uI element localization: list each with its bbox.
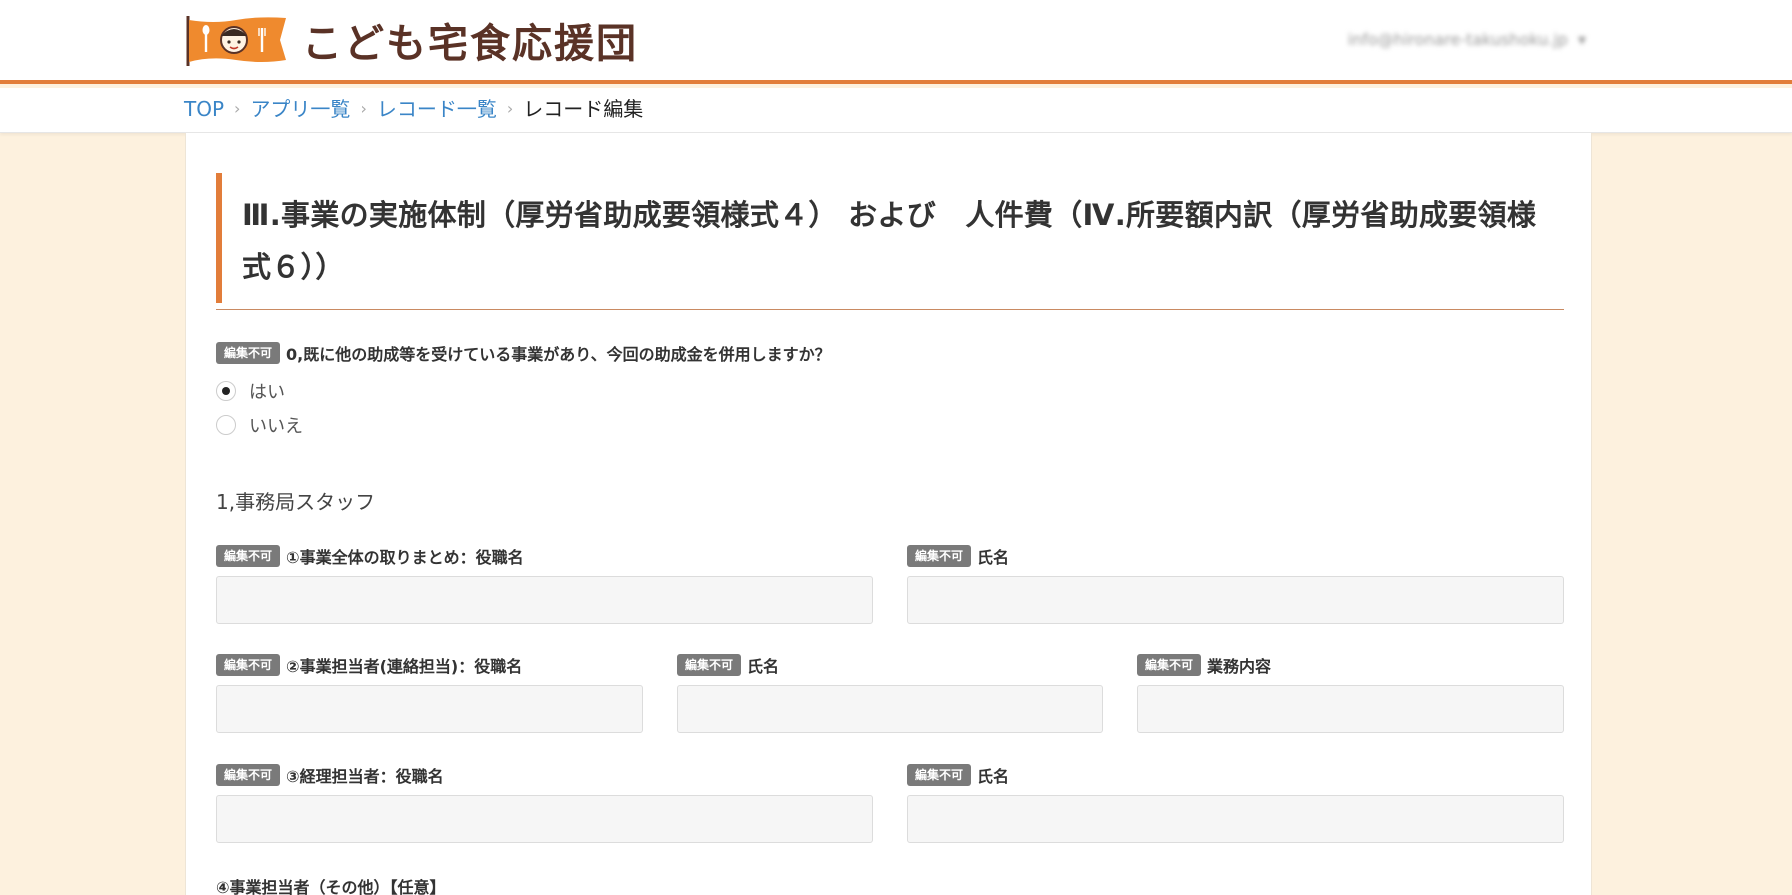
staff-heading: 1,事務局スタッフ bbox=[216, 490, 376, 514]
readonly-badge: 編集不可 bbox=[216, 342, 281, 364]
field-label: 業務内容 bbox=[1207, 657, 1272, 676]
q0-text: 0,既に他の助成等を受けている事業があり、今回の助成金を併用しますか？ bbox=[286, 345, 831, 364]
breadcrumb: TOP › アプリ一覧 › レコード一覧 › レコード編集 bbox=[184, 96, 643, 122]
field-f2-work: 編集不可 業務内容 bbox=[1137, 653, 1564, 733]
section-divider bbox=[216, 309, 1564, 310]
f1-name-input[interactable] bbox=[907, 576, 1564, 624]
q0-option-no-label: いいえ bbox=[249, 416, 303, 437]
field-f2-title: 編集不可 ②事業担当者(連絡担当)：役職名 bbox=[216, 653, 643, 733]
readonly-badge: 編集不可 bbox=[907, 545, 972, 567]
field-label: ③経理担当者：役職名 bbox=[286, 767, 444, 786]
site-logo[interactable]: こども宅食応援団 bbox=[184, 14, 638, 67]
field-label: 氏名 bbox=[747, 657, 780, 676]
field-label: ①事業全体の取りまとめ：役職名 bbox=[286, 548, 524, 567]
field-label: ②事業担当者(連絡担当)：役職名 bbox=[286, 657, 523, 676]
q0-option-no[interactable]: いいえ bbox=[216, 412, 303, 438]
readonly-badge: 編集不可 bbox=[907, 764, 972, 786]
chevron-right-icon: › bbox=[360, 98, 367, 118]
logo-text: こども宅食応援団 bbox=[302, 21, 638, 67]
breadcrumb-bar: TOP › アプリ一覧 › レコード一覧 › レコード編集 bbox=[0, 88, 1792, 133]
breadcrumb-current: レコード編集 bbox=[523, 97, 644, 121]
chevron-right-icon: › bbox=[234, 98, 241, 118]
breadcrumb-records-link[interactable]: レコード一覧 bbox=[377, 96, 497, 122]
field-f2-name: 編集不可 氏名 bbox=[677, 653, 1103, 733]
field-f1-name: 編集不可 氏名 bbox=[907, 544, 1564, 624]
breadcrumb-top-link[interactable]: TOP bbox=[184, 96, 224, 122]
radio-unselected-icon[interactable] bbox=[216, 415, 236, 435]
field-f1-title: 編集不可 ①事業全体の取りまとめ：役職名 bbox=[216, 544, 873, 624]
site-header: こども宅食応援団 info@hironare-takushoku.jp ▾ bbox=[0, 0, 1792, 84]
account-menu[interactable]: info@hironare-takushoku.jp ▾ bbox=[1348, 30, 1586, 49]
field-f3-name: 編集不可 氏名 bbox=[907, 763, 1564, 843]
readonly-badge: 編集不可 bbox=[216, 654, 281, 676]
q0-option-yes[interactable]: はい bbox=[216, 378, 285, 404]
readonly-badge: 編集不可 bbox=[1137, 654, 1202, 676]
field-f3-title: 編集不可 ③経理担当者：役職名 bbox=[216, 763, 873, 843]
readonly-badge: 編集不可 bbox=[677, 654, 742, 676]
f2-name-input[interactable] bbox=[677, 685, 1103, 733]
f4-heading: ④事業担当者（その他）【任意】 bbox=[216, 878, 446, 895]
readonly-badge: 編集不可 bbox=[216, 764, 281, 786]
breadcrumb-apps-link[interactable]: アプリ一覧 bbox=[250, 96, 350, 122]
chevron-right-icon: › bbox=[506, 98, 514, 118]
form-panel: Ⅲ.事業の実施体制（厚労省助成要領様式４） および 人件費（Ⅳ.所要額内訳（厚労… bbox=[185, 133, 1592, 895]
f1-title-input[interactable] bbox=[216, 576, 873, 624]
f3-title-input[interactable] bbox=[216, 795, 873, 843]
radio-selected-icon[interactable] bbox=[216, 381, 236, 401]
readonly-badge: 編集不可 bbox=[216, 545, 281, 567]
f2-work-input[interactable] bbox=[1137, 685, 1564, 733]
q0-label: 編集不可 0,既に他の助成等を受けている事業があり、今回の助成金を併用しますか？ bbox=[216, 341, 831, 365]
logo-flag-icon bbox=[186, 16, 286, 66]
f2-title-input[interactable] bbox=[216, 685, 643, 733]
field-label: 氏名 bbox=[977, 548, 1010, 567]
chevron-down-icon: ▾ bbox=[1577, 30, 1586, 49]
q0-option-yes-label: はい bbox=[249, 382, 285, 403]
f3-name-input[interactable] bbox=[907, 795, 1564, 843]
account-email: info@hironare-takushoku.jp bbox=[1347, 30, 1568, 49]
section-title: Ⅲ.事業の実施体制（厚労省助成要領様式４） および 人件費（Ⅳ.所要額内訳（厚労… bbox=[216, 173, 1564, 303]
field-label: 氏名 bbox=[977, 767, 1010, 786]
